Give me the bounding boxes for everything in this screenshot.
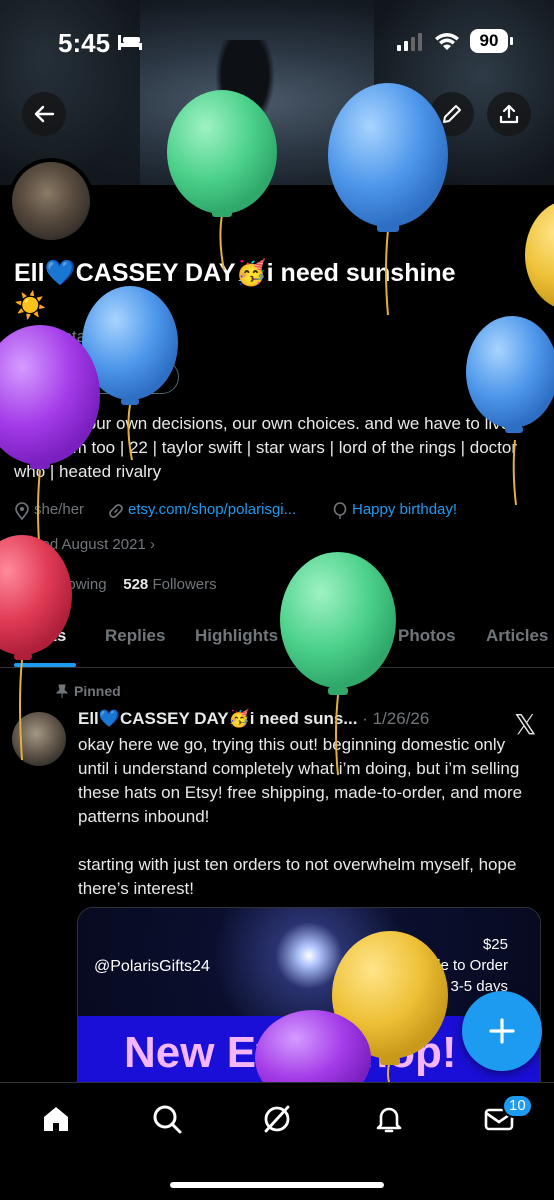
name-part-1: Ell bbox=[14, 259, 45, 287]
pronouns: she/her bbox=[34, 501, 85, 518]
search-icon[interactable] bbox=[151, 1103, 183, 1135]
pin-icon bbox=[55, 684, 69, 698]
post-date[interactable]: · 1/26/26 bbox=[362, 709, 429, 728]
profile-avatar[interactable] bbox=[8, 158, 94, 244]
battery-indicator: 90 bbox=[470, 29, 508, 53]
back-button[interactable] bbox=[22, 92, 66, 136]
status-time: 5:45 bbox=[58, 28, 111, 58]
profile-meta-row: she/her etsy.com/shop/polarisgi... Happy… bbox=[14, 499, 554, 523]
website-link[interactable]: etsy.com/shop/polarisgi... bbox=[128, 501, 296, 518]
post-header: Ell💙CASSEY DAY🥳i need suns... · 1/26/26 bbox=[78, 709, 518, 729]
verified-check-icon: ✓ bbox=[31, 367, 51, 387]
pinned-label: Pinned bbox=[55, 683, 121, 699]
wifi-icon bbox=[435, 33, 459, 50]
joined-date: Joined August 2021 › bbox=[14, 536, 155, 553]
followers-link[interactable]: 528 Followers bbox=[123, 576, 216, 593]
notifications-bell-icon[interactable] bbox=[373, 1103, 405, 1135]
back-arrow-icon bbox=[34, 105, 55, 123]
name-part-2: CASSEY DAY bbox=[75, 259, 236, 287]
followers-label: Followers bbox=[152, 576, 217, 593]
tab-replies[interactable]: Replies bbox=[105, 626, 165, 646]
search-icon bbox=[385, 103, 407, 125]
post-body[interactable]: okay here we go, trying this out! beginn… bbox=[78, 733, 538, 901]
card-price: $25 bbox=[482, 936, 508, 953]
tab-articles[interactable]: Articles bbox=[486, 626, 548, 646]
plus-icon bbox=[489, 1018, 515, 1044]
messages-badge: 10 bbox=[502, 1094, 533, 1118]
compose-post-button[interactable] bbox=[462, 991, 542, 1071]
post-paragraph-2: starting with just ten orders to not ove… bbox=[78, 855, 517, 898]
search-button[interactable] bbox=[374, 92, 418, 136]
tab-photos[interactable]: Photos bbox=[398, 626, 456, 646]
post-paragraph-1: okay here we go, trying this out! beginn… bbox=[78, 735, 523, 826]
tab-videos[interactable]: Videos bbox=[312, 626, 367, 646]
balloon-yellow-right bbox=[525, 203, 554, 307]
active-tab-indicator bbox=[14, 663, 76, 667]
balloon-icon bbox=[333, 502, 347, 519]
get-verified-button[interactable]: ✓ Get verified bbox=[14, 360, 179, 394]
home-indicator bbox=[170, 1182, 384, 1188]
pencil-icon bbox=[443, 105, 461, 123]
avatar-image bbox=[12, 162, 90, 240]
status-bar: 5:45 90 bbox=[0, 0, 554, 80]
blue-heart-emoji: 💙 bbox=[44, 259, 76, 287]
share-icon bbox=[499, 104, 519, 124]
profile-handle: @polestar2224 bbox=[14, 327, 130, 346]
link-icon bbox=[109, 504, 123, 518]
followers-count: 528 bbox=[123, 576, 149, 593]
pinned-text: Pinned bbox=[74, 683, 121, 699]
sun-emoji: ☀️ bbox=[14, 290, 47, 320]
birthday-text: Happy birthday! bbox=[352, 501, 458, 518]
following-count: 660 bbox=[14, 576, 40, 593]
card-price-info: $25 Made to Order 3-5 days bbox=[411, 934, 508, 997]
tab-highlights[interactable]: Highlights bbox=[195, 626, 278, 646]
battery-tip bbox=[510, 37, 513, 45]
home-icon[interactable] bbox=[40, 1103, 72, 1135]
tab-posts[interactable]: Posts bbox=[20, 626, 66, 646]
share-button[interactable] bbox=[487, 92, 531, 136]
profile-bio: we make our own decisions, our own choic… bbox=[14, 414, 517, 481]
following-link[interactable]: 660 Following bbox=[14, 576, 107, 593]
joined-text: Joined August 2021 bbox=[14, 536, 146, 553]
get-verified-label: Get verified bbox=[59, 368, 148, 385]
following-label: Following bbox=[43, 576, 107, 593]
profile-tabs: Posts Replies Highlights Videos Photos A… bbox=[0, 612, 554, 668]
name-part-3: i need sunshine bbox=[266, 259, 456, 287]
post-author-name[interactable]: Ell💙CASSEY DAY🥳i need suns... bbox=[78, 709, 357, 728]
cellular-signal-icon bbox=[397, 33, 422, 51]
profile-name: Ell💙CASSEY DAY🥳i need sunshine bbox=[14, 256, 544, 290]
sleep-focus-icon bbox=[118, 35, 142, 50]
card-made-to-order: Made to Order bbox=[411, 957, 508, 974]
card-shop-handle: @PolarisGifts24 bbox=[94, 958, 210, 975]
follow-counts: 660 Following 528 Followers bbox=[14, 576, 217, 593]
grok-icon[interactable] bbox=[261, 1103, 293, 1135]
card-title: New Etsy Shop! bbox=[124, 1028, 457, 1077]
party-face-emoji: 🥳 bbox=[235, 259, 267, 287]
location-pin-icon bbox=[15, 502, 29, 520]
post-author-avatar[interactable] bbox=[12, 712, 66, 766]
edit-profile-button[interactable] bbox=[430, 92, 474, 136]
